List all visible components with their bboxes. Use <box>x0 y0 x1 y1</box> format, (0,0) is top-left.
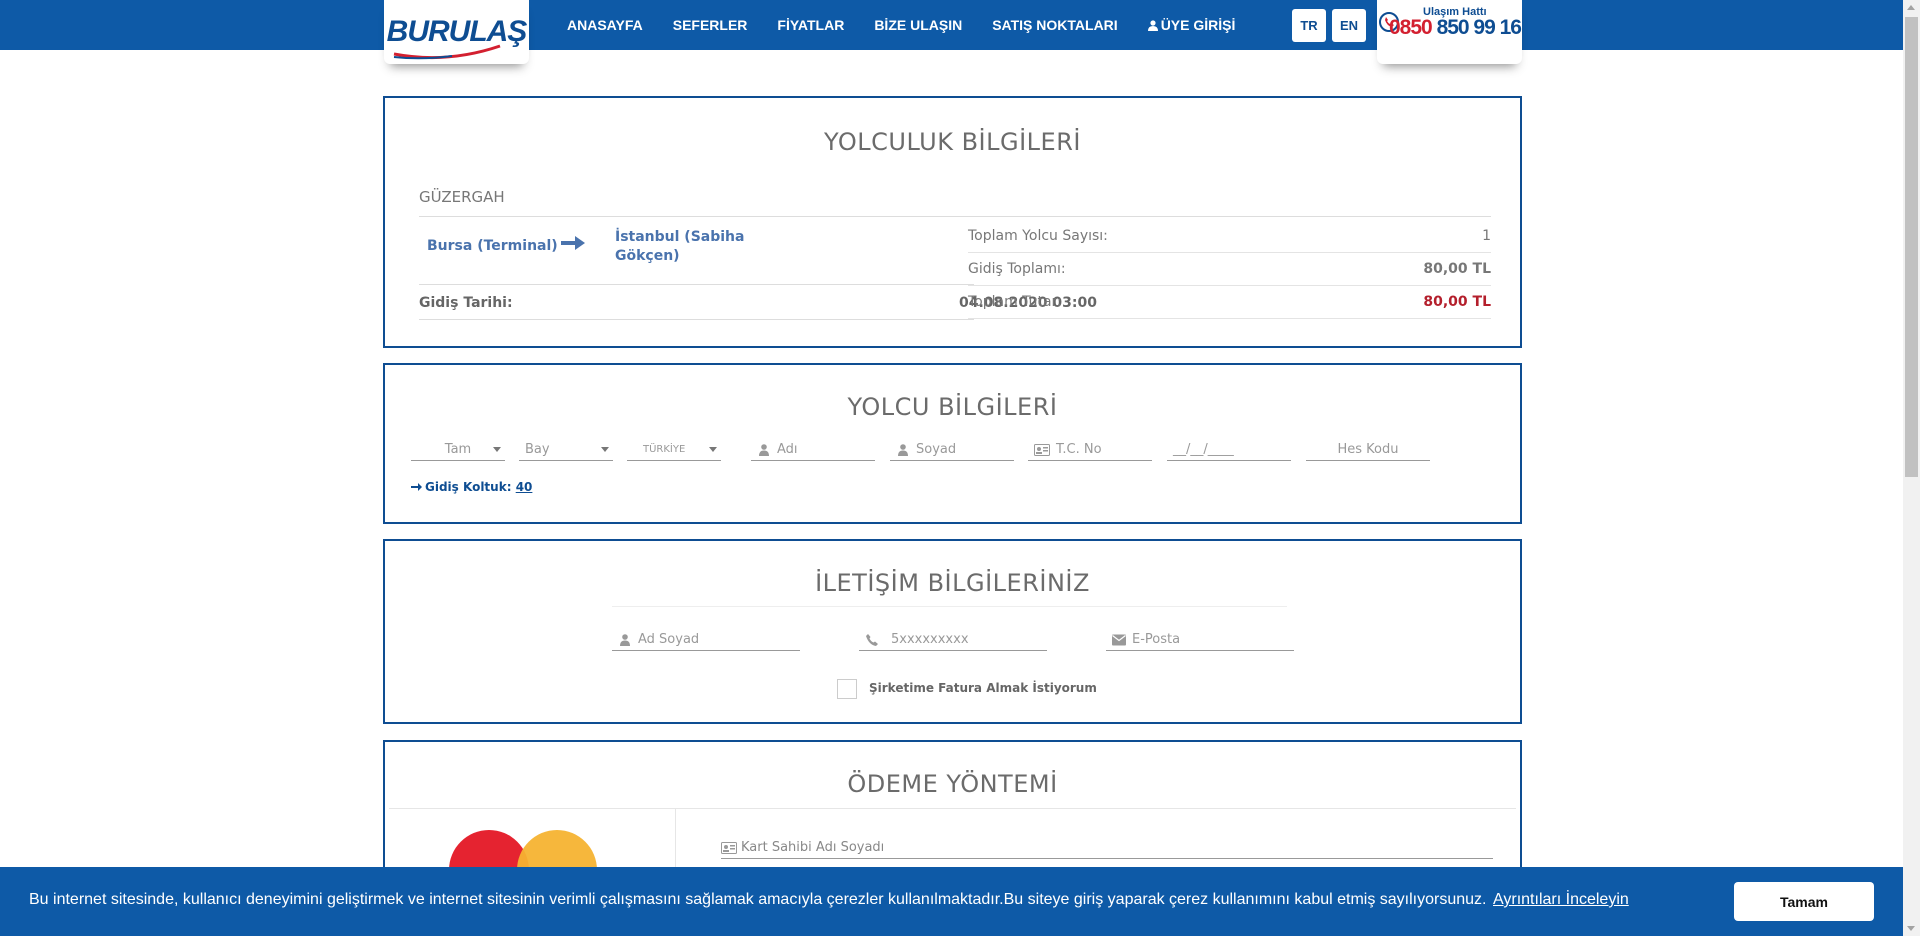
first-name-placeholder: Adı <box>777 442 798 457</box>
tc-number-input[interactable]: T.C. No <box>1028 439 1152 461</box>
summary-label: Toplam Tutar: <box>968 294 1062 310</box>
cookie-accept-button[interactable]: Tamam <box>1734 882 1874 921</box>
passenger-title: YOLCU BİLGİLERİ <box>847 393 1058 421</box>
nav-prices[interactable]: FİYATLAR <box>777 17 844 33</box>
total-amount: 80,00 TL <box>1423 294 1491 310</box>
member-login-label: ÜYE GİRİŞİ <box>1160 17 1236 33</box>
summary-label: Gidiş Toplamı: <box>968 261 1066 277</box>
summary-row: Gidiş Toplamı: 80,00 TL <box>968 253 1491 286</box>
arrow-right-icon <box>411 483 422 491</box>
hotline-box[interactable]: Ulaşım Hattı 0850 850 99 16 <box>1377 0 1522 64</box>
contact-name-placeholder: Ad Soyad <box>638 632 700 647</box>
journey-title: YOLCULUK BİLGİLERİ <box>824 128 1081 156</box>
envelope-icon <box>1112 634 1126 645</box>
phone-input[interactable]: 5xxxxxxxxx <box>859 629 1047 651</box>
user-icon <box>898 443 908 456</box>
phone-icon <box>866 633 878 646</box>
hes-code-placeholder: Hes Kodu <box>1337 442 1399 457</box>
arrow-right-icon <box>561 236 585 250</box>
logo-swoosh-icon <box>393 44 501 60</box>
summary-label: Toplam Yolcu Sayısı: <box>968 228 1108 244</box>
ticket-type-value: Tam <box>444 442 472 457</box>
hes-code-input[interactable]: Hes Kodu <box>1306 439 1430 461</box>
id-card-icon <box>1034 443 1050 456</box>
id-card-icon <box>721 841 737 854</box>
chevron-down-icon <box>709 447 717 452</box>
email-input[interactable]: E-Posta <box>1106 629 1294 651</box>
divider <box>419 216 974 217</box>
phone-placeholder: 5xxxxxxxxx <box>891 632 969 647</box>
passenger-info-panel: YOLCU BİLGİLERİ Tam Bay TÜRKİYE Adı Soya… <box>383 363 1522 524</box>
user-icon <box>759 443 769 456</box>
hotline-number-blue: 850 99 16 <box>1436 16 1522 39</box>
route-label: GÜZERGAH <box>419 188 505 206</box>
company-invoice-checkbox[interactable] <box>837 679 857 699</box>
departure-seat: Gidiş Koltuk: 40 <box>411 480 532 494</box>
last-name-placeholder: Soyad <box>916 442 957 457</box>
cookie-text: Bu internet sitesinde, kullanıcı deneyim… <box>29 891 1487 908</box>
chevron-down-icon <box>493 447 501 452</box>
scroll-down-icon[interactable] <box>1907 926 1915 931</box>
scrollbar-thumb[interactable] <box>1905 17 1918 477</box>
summary-row: Toplam Tutar: 80,00 TL <box>968 286 1491 319</box>
user-icon <box>1147 20 1158 31</box>
gender-value: Bay <box>525 442 550 457</box>
payment-title: ÖDEME YÖNTEMİ <box>847 770 1058 798</box>
tc-number-placeholder: T.C. No <box>1056 442 1102 457</box>
nav-member-login[interactable]: ÜYE GİRİŞİ <box>1147 17 1236 33</box>
birthdate-input[interactable]: __/__/____ <box>1167 439 1291 461</box>
email-placeholder: E-Posta <box>1132 632 1181 647</box>
gender-select[interactable]: Bay <box>519 439 613 461</box>
summary-row: Toplam Yolcu Sayısı: 1 <box>968 220 1491 253</box>
user-icon <box>620 633 630 646</box>
nav-sales-points[interactable]: SATIŞ NOKTALARI <box>992 17 1117 33</box>
route-from: Bursa (Terminal) <box>427 238 558 254</box>
hotline-number-red: 0850 <box>1389 16 1433 39</box>
summary-value: 1 <box>1482 228 1491 244</box>
page-scrollbar[interactable] <box>1903 0 1920 936</box>
contact-name-input[interactable]: Ad Soyad <box>612 629 800 651</box>
cardholder-placeholder: Kart Sahibi Adı Soyadı <box>741 840 885 855</box>
divider <box>612 606 1287 607</box>
first-name-input[interactable]: Adı <box>751 439 875 461</box>
cardholder-name-input[interactable]: Kart Sahibi Adı Soyadı <box>721 837 1493 859</box>
divider <box>968 216 1491 217</box>
lang-en-button[interactable]: EN <box>1332 9 1366 42</box>
contact-title: İLETİŞİM BİLGİLERİNİZ <box>815 569 1090 597</box>
birthdate-placeholder: __/__/____ <box>1173 442 1234 457</box>
lang-tr-button[interactable]: TR <box>1292 9 1326 42</box>
summary-value: 80,00 TL <box>1423 261 1491 277</box>
hotline-number: 0850 850 99 16 <box>1381 16 1522 40</box>
nationality-value: TÜRKİYE <box>643 444 686 455</box>
divider <box>389 808 1516 809</box>
cookie-banner: Bu internet sitesinde, kullanıcı deneyim… <box>0 867 1903 936</box>
burulas-logo[interactable]: BURULAŞ <box>384 0 529 64</box>
journey-info-panel: YOLCULUK BİLGİLERİ GÜZERGAH Bursa (Termi… <box>383 96 1522 348</box>
main-nav: ANASAYFA SEFERLER FİYATLAR BİZE ULAŞIN S… <box>567 0 1265 50</box>
seat-label: Gidiş Koltuk: <box>425 480 512 494</box>
contact-info-panel: İLETİŞİM BİLGİLERİNİZ Ad Soyad 5xxxxxxxx… <box>383 539 1522 724</box>
departure-label: Gidiş Tarihi: <box>419 295 513 311</box>
seat-number-link[interactable]: 40 <box>516 480 533 494</box>
cookie-details-link[interactable]: Ayrıntıları İnceleyin <box>1493 891 1629 909</box>
scroll-up-icon[interactable] <box>1907 5 1915 10</box>
route-to: İstanbul (Sabiha Gökçen) <box>615 229 745 264</box>
nationality-select[interactable]: TÜRKİYE <box>627 439 721 461</box>
ticket-type-select[interactable]: Tam <box>411 439 505 461</box>
chevron-down-icon <box>601 447 609 452</box>
divider <box>419 319 974 320</box>
divider <box>419 284 974 285</box>
last-name-input[interactable]: Soyad <box>890 439 1014 461</box>
nav-contact[interactable]: BİZE ULAŞIN <box>874 17 962 33</box>
company-invoice-label: Şirketime Fatura Almak İstiyorum <box>869 681 1097 695</box>
nav-home[interactable]: ANASAYFA <box>567 17 643 33</box>
nav-trips[interactable]: SEFERLER <box>673 17 748 33</box>
